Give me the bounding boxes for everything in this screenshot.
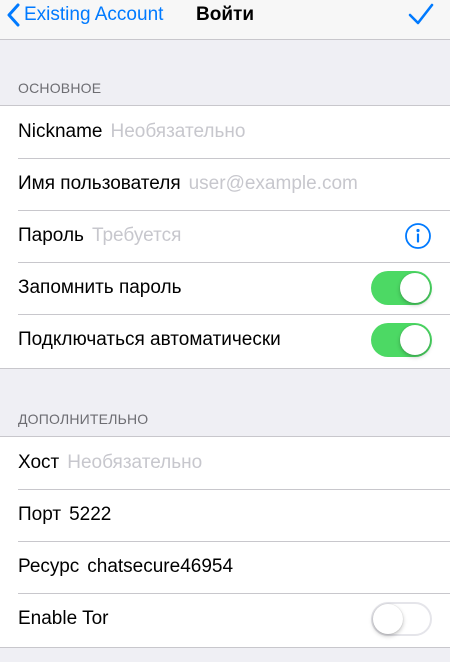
resource-input[interactable] — [87, 556, 450, 578]
page-title: Войти — [196, 4, 254, 25]
username-row: Имя пользователя — [0, 158, 450, 210]
port-input[interactable] — [69, 504, 450, 526]
auto-connect-row: Подключаться автоматически — [0, 314, 450, 366]
toggle-knob — [400, 273, 430, 303]
navigation-bar: Existing Account Войти — [0, 0, 450, 40]
section-header-advanced: ДОПОЛНИТЕЛЬНО — [18, 411, 149, 427]
enable-tor-toggle[interactable] — [371, 602, 432, 636]
enable-tor-label: Enable Tor — [18, 608, 109, 629]
remember-password-row: Запомнить пароль — [0, 262, 450, 314]
password-input[interactable] — [91, 225, 394, 247]
toggle-knob — [400, 325, 430, 355]
nickname-label: Nickname — [18, 121, 103, 142]
info-icon[interactable] — [404, 222, 432, 250]
back-button-label: Existing Account — [24, 4, 164, 25]
host-label: Хост — [18, 452, 60, 473]
port-row: Порт — [0, 489, 450, 541]
enable-tor-row: Enable Tor — [0, 593, 450, 645]
port-label: Порт — [18, 504, 62, 525]
password-row: Пароль — [0, 210, 450, 262]
host-input[interactable] — [67, 452, 450, 474]
checkmark-icon[interactable] — [408, 2, 434, 28]
auto-connect-toggle[interactable] — [371, 323, 432, 357]
chevron-left-icon — [7, 3, 20, 27]
username-label: Имя пользователя — [18, 173, 181, 194]
toggle-knob — [373, 604, 403, 634]
back-button[interactable]: Existing Account — [6, 0, 163, 30]
section-header-basic: ОСНОВНОЕ — [18, 80, 102, 96]
host-row: Хост — [0, 437, 450, 489]
password-label: Пароль — [18, 225, 84, 246]
nickname-row: Nickname — [0, 106, 450, 158]
resource-row: Ресурс — [0, 541, 450, 593]
basic-settings-group: Nickname Имя пользователя Пароль Запомни… — [0, 105, 450, 369]
resource-label: Ресурс — [18, 556, 80, 577]
auto-connect-label: Подключаться автоматически — [18, 329, 281, 350]
advanced-settings-group: Хост Порт Ресурс Enable Tor — [0, 436, 450, 648]
remember-password-label: Запомнить пароль — [18, 277, 182, 298]
nickname-input[interactable] — [110, 121, 450, 143]
remember-password-toggle[interactable] — [371, 271, 432, 305]
username-input[interactable] — [188, 173, 450, 195]
